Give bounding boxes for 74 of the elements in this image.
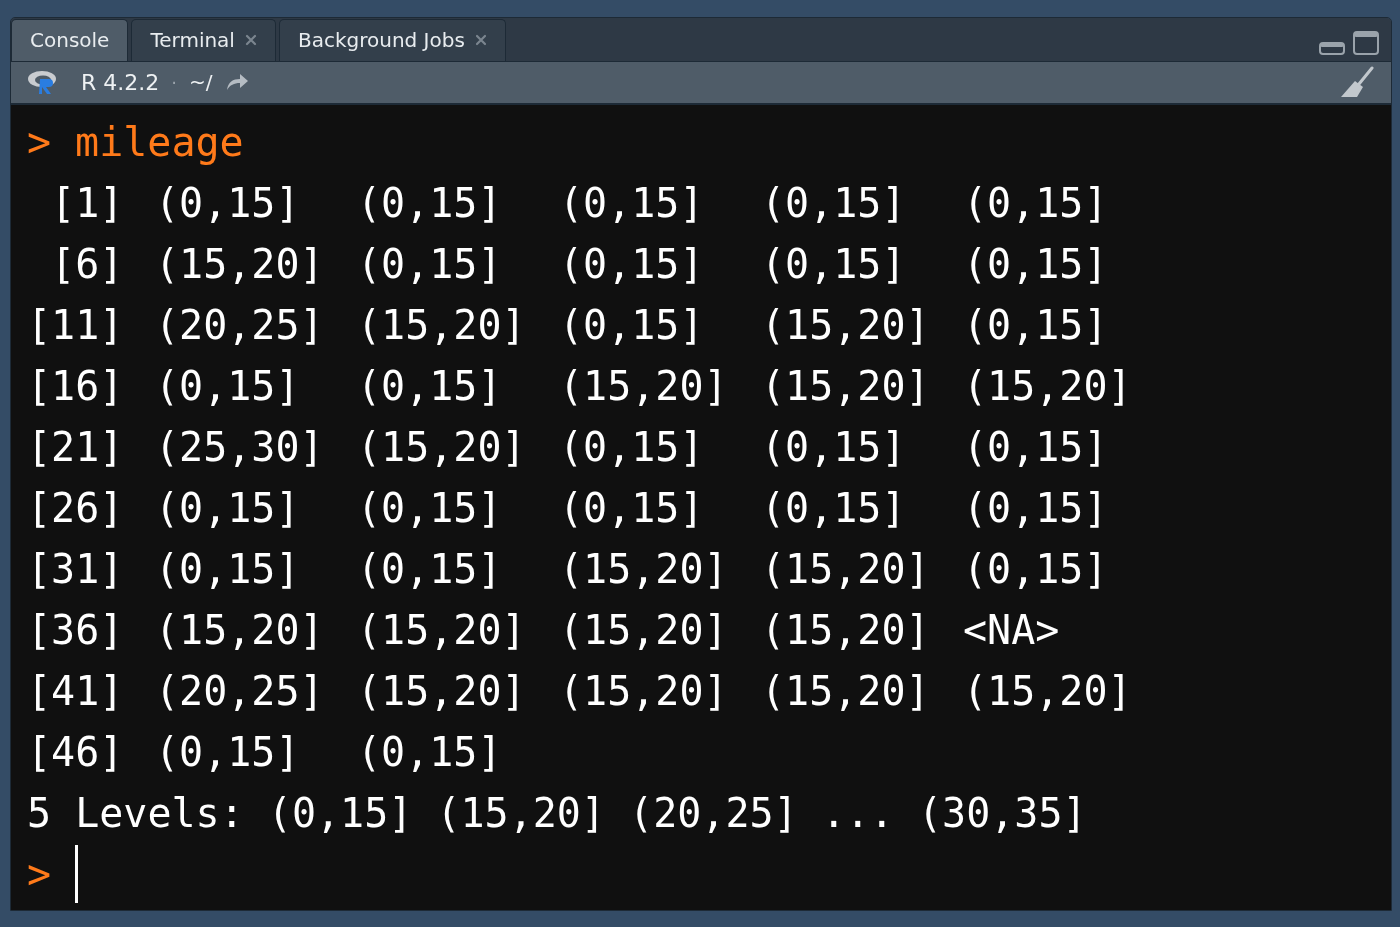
- pane-tab[interactable]: Console: [11, 18, 129, 61]
- output-index: [36]: [27, 606, 125, 653]
- separator-dot: ·: [171, 71, 177, 93]
- maximize-icon[interactable]: [1353, 30, 1379, 55]
- output-value: (0,15]: [559, 423, 705, 470]
- output-value: (15,20]: [963, 362, 1133, 409]
- output-value: (0,15]: [761, 179, 907, 226]
- output-value: (20,25]: [155, 667, 325, 714]
- output-index: [6]: [50, 240, 125, 287]
- output-value: (0,15]: [357, 728, 503, 775]
- output-value: (15,20]: [559, 545, 729, 592]
- close-icon[interactable]: [244, 34, 257, 46]
- output-value: (15,20]: [155, 606, 325, 653]
- output-index: [31]: [27, 545, 125, 592]
- output-index: [16]: [27, 362, 125, 409]
- output-value: (0,15]: [155, 362, 301, 409]
- output-value: (0,15]: [963, 423, 1109, 470]
- levels-output: 5 Levels: (0,15] (15,20] (20,25] ... (30,35]: [27, 789, 1087, 836]
- output-index: [11]: [27, 301, 125, 348]
- output-value: (15,20]: [761, 362, 931, 409]
- output-index: [21]: [27, 423, 125, 470]
- console-prompt: >: [27, 850, 52, 897]
- output-value: (0,15]: [357, 240, 503, 287]
- output-value: (15,20]: [559, 362, 729, 409]
- working-directory-link[interactable]: ~/: [189, 70, 213, 95]
- output-value: (0,15]: [357, 484, 503, 531]
- output-value: (15,20]: [761, 301, 931, 348]
- output-value: (0,15]: [357, 545, 503, 592]
- output-value: (0,15]: [963, 484, 1109, 531]
- output-value: (0,15]: [761, 484, 907, 531]
- output-value: (15,20]: [963, 667, 1133, 714]
- output-value: (0,15]: [155, 728, 301, 775]
- output-value: (0,15]: [963, 179, 1109, 226]
- console-prompt: >: [27, 118, 52, 165]
- output-value: (0,15]: [155, 179, 301, 226]
- output-index: [26]: [27, 484, 125, 531]
- output-value: (15,20]: [357, 667, 527, 714]
- text-cursor: [75, 844, 79, 903]
- output-value: (0,15]: [761, 423, 907, 470]
- output-value: (0,15]: [963, 301, 1109, 348]
- r-version-label: R 4.2.2: [81, 69, 160, 95]
- pane-tab[interactable]: Terminal: [131, 18, 276, 61]
- console-command: mileage: [75, 118, 244, 165]
- close-icon[interactable]: [474, 34, 487, 46]
- output-value: (15,20]: [559, 667, 729, 714]
- output-value: (0,15]: [155, 484, 301, 531]
- output-value: (0,15]: [963, 240, 1109, 287]
- output-value: (0,15]: [357, 362, 503, 409]
- output-value: (25,30]: [155, 423, 325, 470]
- output-value: (15,20]: [357, 606, 527, 653]
- output-value: <NA>: [963, 606, 1061, 653]
- output-value: (15,20]: [357, 423, 527, 470]
- output-value: (15,20]: [357, 301, 527, 348]
- forward-arrow-icon[interactable]: [224, 73, 249, 92]
- pane-tab[interactable]: Background Jobs: [278, 18, 506, 61]
- output-value: (15,20]: [761, 667, 931, 714]
- output-value: (0,15]: [761, 240, 907, 287]
- output-value: (0,15]: [155, 545, 301, 592]
- output-value: (15,20]: [559, 606, 729, 653]
- output-value: (20,25]: [155, 301, 325, 348]
- output-index: [46]: [27, 728, 125, 775]
- broom-icon[interactable]: [1339, 66, 1375, 99]
- output-value: (15,20]: [761, 545, 931, 592]
- output-value: (15,20]: [761, 606, 931, 653]
- output-value: (0,15]: [559, 301, 705, 348]
- output-value: (0,15]: [357, 179, 503, 226]
- minimize-icon[interactable]: [1319, 40, 1345, 55]
- output-index: [1]: [50, 179, 125, 226]
- output-value: (0,15]: [559, 179, 705, 226]
- output-value: (15,20]: [155, 240, 325, 287]
- output-value: (0,15]: [559, 240, 705, 287]
- output-index: [41]: [27, 667, 125, 714]
- output-value: (0,15]: [963, 545, 1109, 592]
- output-value: (0,15]: [559, 484, 705, 531]
